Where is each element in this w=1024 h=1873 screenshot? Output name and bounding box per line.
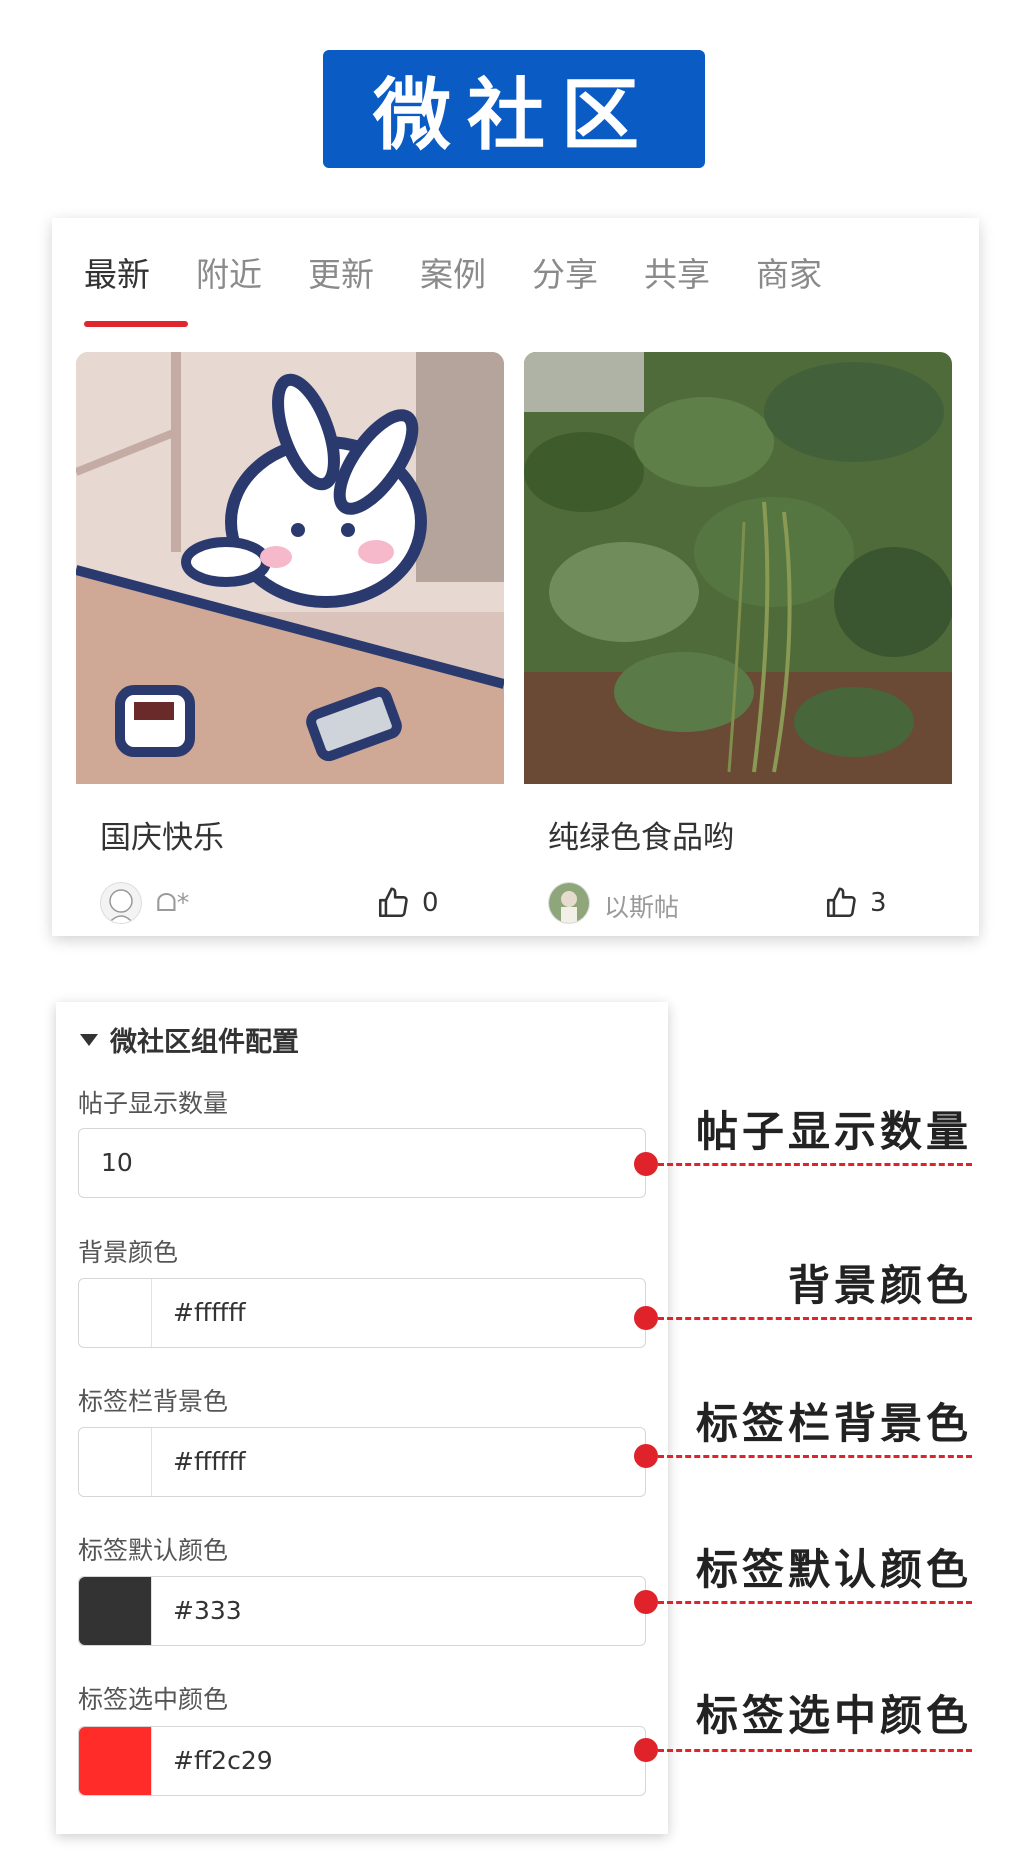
tab-shared[interactable]: 共享 xyxy=(644,248,710,296)
banner-title: 微社区 xyxy=(372,71,655,161)
tab-nearby[interactable]: 附近 xyxy=(196,248,262,296)
post-meta: ᗝ* 0 xyxy=(100,882,480,926)
callout-dashed-line xyxy=(658,1601,972,1604)
active-tab-indicator xyxy=(84,321,188,327)
bg-color-swatch[interactable] xyxy=(79,1279,152,1347)
tab-updates[interactable]: 更新 xyxy=(308,248,374,296)
tabbar-bg-color-value: #ffffff xyxy=(173,1447,246,1476)
tabbar-bg-color-label: 标签栏背景色 xyxy=(78,1387,229,1416)
bg-color-input[interactable]: #ffffff xyxy=(78,1278,646,1348)
tab-active-color-swatch[interactable] xyxy=(79,1727,152,1795)
post-count-value: 10 xyxy=(101,1148,133,1177)
callout-post-count: 帖子显示数量 xyxy=(695,1107,972,1156)
callout-dot xyxy=(634,1152,658,1176)
callout-dot xyxy=(634,1306,658,1330)
callout-tab-default-color: 标签默认颜色 xyxy=(695,1545,972,1594)
tabbar-bg-color-swatch[interactable] xyxy=(79,1428,152,1496)
tab-active-color-value: #ff2c29 xyxy=(173,1746,273,1775)
bg-color-label: 背景颜色 xyxy=(78,1238,179,1267)
post-card[interactable]: 纯绿色食品哟 以斯帖 3 xyxy=(524,352,952,932)
callout-dashed-line xyxy=(658,1749,972,1752)
callout-dot xyxy=(634,1444,658,1468)
tabbar-bg-color-input[interactable]: #ffffff xyxy=(78,1427,646,1497)
post-title: 国庆快乐 xyxy=(100,820,224,856)
callout-tabbar-bg-color: 标签栏背景色 xyxy=(695,1399,972,1448)
tab-cases[interactable]: 案例 xyxy=(420,248,486,296)
tab-default-color-swatch[interactable] xyxy=(79,1577,152,1645)
config-panel-title: 微社区组件配置 xyxy=(110,1027,299,1058)
author-name: ᗝ* xyxy=(156,888,190,917)
post-image-rabbit[interactable] xyxy=(76,352,504,784)
like-count: 3 xyxy=(870,888,887,918)
thumbs-up-icon[interactable] xyxy=(824,886,858,920)
thumbs-up-icon[interactable] xyxy=(376,886,410,920)
author-name: 以斯帖 xyxy=(604,893,680,922)
title-banner: 微社区 xyxy=(323,50,705,168)
tab-active-color-input[interactable]: #ff2c29 xyxy=(78,1726,646,1796)
post-card[interactable]: 国庆快乐 ᗝ* 0 xyxy=(76,352,504,932)
avatar[interactable] xyxy=(548,882,590,924)
like-count: 0 xyxy=(422,888,439,918)
config-panel-header[interactable]: 微社区组件配置 xyxy=(80,1020,299,1059)
avatar[interactable] xyxy=(100,882,142,924)
post-count-label: 帖子显示数量 xyxy=(78,1089,229,1118)
caret-down-icon[interactable] xyxy=(80,1033,98,1046)
post-meta: 以斯帖 3 xyxy=(548,882,928,926)
tab-share[interactable]: 分享 xyxy=(532,248,598,296)
callout-dot xyxy=(634,1590,658,1614)
tab-active-color-label: 标签选中颜色 xyxy=(78,1685,229,1714)
config-panel: 微社区组件配置 帖子显示数量 10 背景颜色 #ffffff 标签栏背景色 #f… xyxy=(56,1002,668,1834)
callout-dashed-line xyxy=(658,1455,972,1458)
tab-latest[interactable]: 最新 xyxy=(84,248,150,296)
callout-bg-color: 背景颜色 xyxy=(787,1261,972,1310)
post-image-plants[interactable] xyxy=(524,352,952,784)
tab-default-color-value: #333 xyxy=(173,1596,242,1625)
tab-bar: 最新 附近 更新 案例 分享 共享 商家 xyxy=(52,218,979,328)
post-title: 纯绿色食品哟 xyxy=(548,820,734,856)
callout-dot xyxy=(634,1738,658,1762)
callout-dashed-line xyxy=(658,1317,972,1320)
community-preview: 最新 附近 更新 案例 分享 共享 商家 国庆快乐 ᗝ* 0 纯绿色食品哟 以斯… xyxy=(52,218,979,936)
callout-tab-active-color: 标签选中颜色 xyxy=(695,1691,972,1740)
tab-default-color-input[interactable]: #333 xyxy=(78,1576,646,1646)
callout-dashed-line xyxy=(658,1163,972,1166)
post-count-input[interactable]: 10 xyxy=(78,1128,646,1198)
tab-merchants[interactable]: 商家 xyxy=(756,248,822,296)
tab-default-color-label: 标签默认颜色 xyxy=(78,1536,229,1565)
bg-color-value: #ffffff xyxy=(173,1298,246,1327)
